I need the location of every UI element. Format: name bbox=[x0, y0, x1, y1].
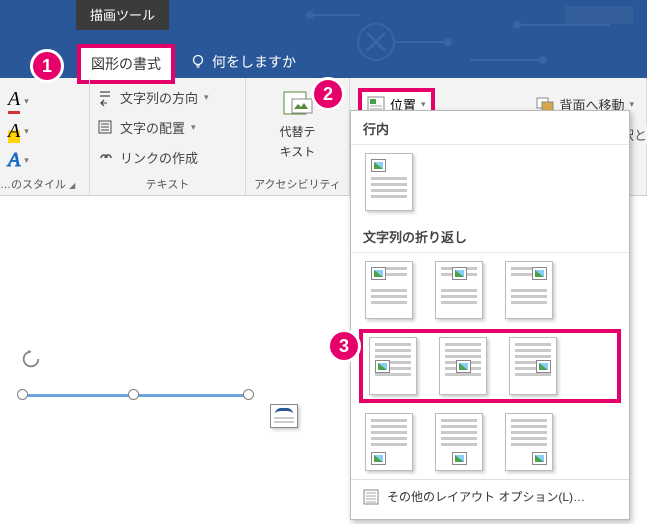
text-direction-button[interactable]: 文字列の方向▾ bbox=[98, 88, 237, 107]
pos-bottom-center[interactable] bbox=[435, 413, 483, 471]
link-icon bbox=[98, 151, 114, 165]
group-text: 文字列の方向▾ 文字の配置▾ リンクの作成 テキスト bbox=[90, 78, 246, 195]
pos-middle-row-highlighted bbox=[359, 329, 621, 403]
annotation-badge-1: 1 bbox=[30, 49, 64, 83]
pos-top-center[interactable] bbox=[435, 261, 483, 319]
text-fill-icon: A bbox=[8, 88, 20, 114]
group-text-label: テキスト bbox=[90, 176, 245, 192]
ribbon-header: 描画ツール 図形の書式 何をしますか bbox=[0, 0, 647, 78]
dropdown-wrap-header: 文字列の折り返し bbox=[351, 219, 629, 253]
text-outline-icon: A bbox=[8, 120, 20, 143]
resize-handle-right[interactable] bbox=[243, 389, 254, 400]
layout-options-icon bbox=[363, 489, 379, 505]
text-fill-button[interactable]: A▾ bbox=[8, 88, 81, 114]
text-effects-icon: A bbox=[8, 149, 20, 172]
dropdown-inline-header: 行内 bbox=[351, 111, 629, 145]
pos-inline-option[interactable] bbox=[365, 153, 413, 211]
annotation-badge-2: 2 bbox=[311, 77, 345, 111]
pos-middle-center[interactable] bbox=[439, 337, 487, 395]
position-dropdown: 行内 文字列の折り返し その他のレイアウト オプション(L)… bbox=[350, 110, 630, 520]
help-search[interactable]: 何をしますか bbox=[190, 52, 296, 72]
pos-middle-left[interactable] bbox=[369, 337, 417, 395]
annotation-badge-3: 3 bbox=[327, 329, 361, 363]
group-accessibility-label: アクセシビリティ bbox=[246, 176, 349, 192]
lightbulb-icon bbox=[190, 54, 206, 70]
create-link-button[interactable]: リンクの作成 bbox=[98, 148, 237, 167]
alt-text-icon bbox=[282, 90, 314, 120]
context-tab-drawing-tools[interactable]: 描画ツール bbox=[76, 0, 169, 30]
layout-options-floating-button[interactable] bbox=[270, 404, 298, 428]
pos-top-left[interactable] bbox=[365, 261, 413, 319]
text-direction-icon bbox=[98, 90, 114, 106]
pos-bottom-right[interactable] bbox=[505, 413, 553, 471]
text-outline-button[interactable]: A▾ bbox=[8, 120, 81, 143]
pos-bottom-left[interactable] bbox=[365, 413, 413, 471]
group-wordart-label: …のスタイル bbox=[0, 179, 66, 191]
document-canvas[interactable] bbox=[0, 196, 350, 524]
pos-top-right[interactable] bbox=[505, 261, 553, 319]
pos-middle-right[interactable] bbox=[509, 337, 557, 395]
resize-handle-middle[interactable] bbox=[128, 389, 139, 400]
more-layout-options[interactable]: その他のレイアウト オプション(L)… bbox=[351, 479, 629, 513]
group-wordart-styles: A▾ A▾ A▾ …のスタイル ◢ bbox=[0, 78, 90, 195]
align-text-icon bbox=[98, 120, 114, 136]
help-search-label: 何をしますか bbox=[212, 52, 296, 72]
resize-handle-left[interactable] bbox=[17, 389, 28, 400]
align-text-button[interactable]: 文字の配置▾ bbox=[98, 118, 237, 137]
rotation-handle-icon[interactable] bbox=[20, 348, 42, 370]
text-effects-button[interactable]: A▾ bbox=[8, 149, 81, 172]
